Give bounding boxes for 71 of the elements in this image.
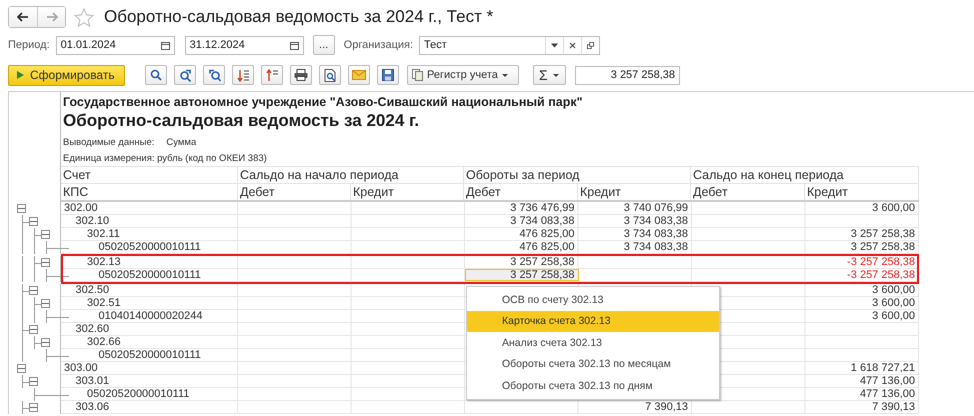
window-title: Оборотно-сальдовая ведомость за 2024 г., Тест *	[104, 7, 494, 27]
amount-cell-text: 3 600,00	[871, 202, 916, 214]
amount-cell-text: 3 736 476,99	[509, 202, 576, 214]
amount-cell-text: 3 600,00	[871, 297, 916, 309]
column-header: Кредит	[805, 183, 919, 200]
amount-cell-text: 7 390,13	[644, 401, 689, 413]
account-cell: 302.51	[61, 297, 238, 310]
account-cell: 302.60	[61, 323, 238, 336]
unit-text: Единица измерения: рубль (код по ОКЕИ 383)	[62, 152, 268, 166]
account-cell: 05020520000010111	[61, 349, 238, 362]
amount-cell-text: 476 825,00	[518, 241, 576, 253]
amount-cell-text: 1 618 727,21	[850, 362, 916, 374]
sum-button[interactable]: Σ	[533, 65, 566, 85]
amount-cell-text: 3 734 083,38	[622, 228, 689, 240]
amount-cell-text: 476 825,00	[518, 228, 576, 240]
amount-cell-text: 3 734 083,38	[509, 215, 576, 227]
account-cell: 05020520000010111	[61, 269, 238, 282]
amount-cell-text: 3 257 258,38	[509, 256, 576, 268]
date-from-field[interactable]: 01.01.2024	[56, 36, 175, 54]
report-title: Оборотно-сальдовая ведомость за 2024 г.	[62, 111, 420, 132]
column-header: Кредит	[578, 183, 691, 200]
account-cell: 302.00	[61, 202, 238, 215]
column-header: Дебет	[691, 183, 805, 200]
amount-cell-text: -3 257 258,38	[846, 256, 916, 268]
period-label: Период:	[8, 39, 50, 51]
amount-cell-text: 3 600,00	[871, 310, 916, 322]
organization-heading: Государственное автономное учреждение "Азово-Сивашский национальный парк"	[62, 95, 584, 111]
column-header: КПС	[61, 183, 238, 200]
column-header: Дебет	[238, 183, 351, 200]
amount-cell-text: 3 740 076,99	[622, 202, 689, 214]
account-cell: 302.10	[61, 215, 238, 228]
menu-item[interactable]: Обороты счета 302.13 по дням	[467, 375, 719, 396]
amount-cell-text: 477 136,00	[858, 375, 916, 387]
account-cell: 05020520000010111	[61, 241, 238, 254]
period-select-button[interactable]: ...	[312, 35, 335, 55]
accounting-register-button[interactable]: Регистр учета	[407, 65, 519, 85]
amount-cell-text: 3 257 258,38	[850, 228, 916, 240]
account-cell: 302.66	[61, 336, 238, 349]
amount-cell: 3 257 258,38	[465, 269, 578, 281]
column-header: Дебет	[464, 183, 578, 200]
account-cell: 01040140000020244	[61, 310, 238, 323]
account-cell: 303.01	[61, 375, 238, 388]
column-header: Обороты за период	[464, 166, 691, 183]
menu-item[interactable]: Обороты счета 302.13 по месяцам	[467, 354, 719, 375]
menu-item[interactable]: ОСВ по счету 302.13	[467, 289, 719, 310]
organization-field[interactable]: Тест	[419, 36, 600, 54]
amount-cell-text: -3 257 258,38	[846, 269, 916, 281]
output-label: Выводимые данные:	[63, 136, 154, 148]
column-header: Сальдо на конец периода	[691, 166, 919, 183]
output-value: Сумма	[166, 136, 196, 148]
account-cell: 302.11	[61, 228, 238, 241]
amount-cell-text: 3 734 083,38	[622, 215, 689, 227]
column-header: Кредит	[351, 183, 464, 200]
column-header: Счет	[61, 166, 238, 183]
amount-cell-text: 3 257 258,38	[850, 241, 916, 253]
account-cell: 05020520000010111	[61, 388, 238, 401]
amount-cell-text: 3 734 083,38	[622, 241, 689, 253]
account-cell: 302.50	[61, 284, 238, 297]
menu-item[interactable]: Карточка счета 302.13	[467, 310, 719, 332]
menu-item[interactable]: Анализ счета 302.13	[467, 332, 719, 354]
account-cell: 302.13	[61, 256, 238, 269]
column-header: Сальдо на начало периода	[238, 166, 464, 183]
amount-cell-text: 7 390,13	[871, 401, 916, 413]
sum-field[interactable]: 3 257 258,38	[575, 66, 680, 84]
organization-label: Организация:	[344, 39, 414, 51]
amount-cell-text: 477 136,00	[858, 388, 916, 400]
date-to-field[interactable]: 31.12.2024	[184, 36, 304, 54]
amount-cell-text: 3 600,00	[871, 284, 916, 296]
account-cell: 303.00	[61, 362, 238, 375]
generate-button[interactable]: Сформировать	[8, 64, 125, 86]
account-cell: 303.06	[61, 401, 238, 414]
